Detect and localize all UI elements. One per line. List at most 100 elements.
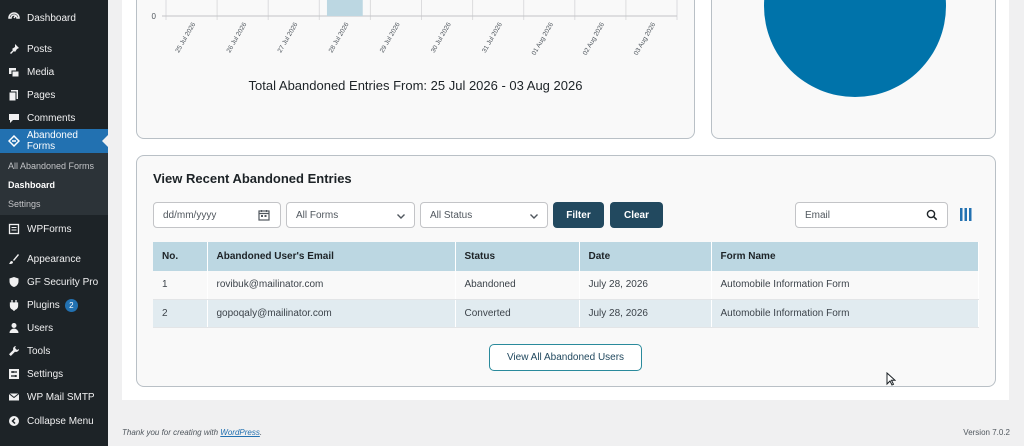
x-tick-label: 27 Jul 2026 (277, 21, 300, 54)
pin-icon (7, 42, 21, 56)
menu-label: Tools (27, 345, 51, 357)
menu-label: Collapse Menu (27, 415, 94, 427)
shield-icon (7, 275, 21, 289)
menu-pages[interactable]: Pages (0, 83, 108, 107)
menu-comments[interactable]: Comments (0, 106, 108, 130)
chart-bar (326, 0, 363, 16)
view-all-abandoned-users-button[interactable]: View All Abandoned Users (489, 344, 642, 371)
pages-icon (7, 88, 21, 102)
settings-icon (7, 367, 21, 381)
table-row: 1 rovibuk@mailinator.com Abandoned July … (153, 271, 979, 300)
footer-thanks: Thank you for creating with WordPress. (122, 428, 262, 437)
menu-gf-security-pro[interactable]: GF Security Pro (0, 270, 108, 294)
status-select-value: All Status (430, 209, 473, 221)
collapse-icon (7, 414, 21, 428)
abandoned-entries-bar-chart: 0 25 Jul 2026 26 Jul 2026 27 Jul 2026 28 Jul… (152, 0, 678, 57)
menu-wp-mail-smtp[interactable]: WP Mail SMTP (0, 385, 108, 409)
menu-users[interactable]: Users (0, 316, 108, 340)
y-tick-label: 0 (152, 12, 157, 21)
menu-settings[interactable]: Settings (0, 362, 108, 386)
submenu-all-abandoned-forms[interactable]: All Abandoned Forms (8, 161, 94, 171)
cell-form-name: Automobile Information Form (711, 299, 979, 328)
collapse-menu-button[interactable]: Collapse Menu (0, 409, 108, 433)
submenu-dashboard[interactable]: Dashboard (8, 180, 55, 190)
comment-icon (7, 111, 21, 125)
chevron-down-icon (529, 211, 539, 224)
abandoned-forms-submenu: All Abandoned Forms Dashboard Settings (0, 153, 108, 215)
media-icon (7, 65, 21, 79)
column-toggle-icon[interactable] (960, 208, 972, 226)
menu-label: Appearance (27, 253, 81, 265)
calendar-icon[interactable] (258, 209, 270, 224)
column-header-date: Date (579, 242, 712, 271)
x-tick-label: 02 Aug 2026 (582, 21, 607, 56)
recent-entries-title: View Recent Abandoned Entries (153, 171, 352, 186)
mouse-cursor-icon (886, 371, 897, 391)
filter-button[interactable]: Filter (553, 202, 604, 228)
cell-form-name: Automobile Information Form (711, 271, 979, 300)
x-tick-label: 01 Aug 2026 (531, 21, 556, 56)
user-icon (7, 321, 21, 335)
dashboard-icon (7, 11, 21, 25)
menu-tools[interactable]: Tools (0, 339, 108, 363)
cell-no: 2 (153, 299, 208, 328)
column-header-form-name: Form Name (711, 242, 979, 271)
recent-entries-table: No. Abandoned User's Email Status Date F… (153, 242, 979, 328)
menu-label: WPForms (27, 223, 72, 235)
submenu-settings[interactable]: Settings (8, 199, 41, 209)
wordpress-link[interactable]: WordPress (220, 428, 260, 437)
cell-date: July 28, 2026 (579, 299, 712, 328)
cell-status: Converted (455, 299, 580, 328)
cell-email: gopoqaly@mailinator.com (207, 299, 456, 328)
menu-label: Posts (27, 43, 53, 55)
status-select[interactable]: All Status (420, 202, 548, 228)
wrench-icon (7, 344, 21, 358)
menu-label: Comments (27, 112, 76, 124)
search-icon[interactable] (926, 209, 938, 224)
clear-button[interactable]: Clear (610, 202, 663, 228)
abandoned-entries-pie-card (711, 0, 996, 139)
menu-label: Abandoned Forms (26, 130, 78, 152)
footer-thanks-suffix: . (259, 428, 263, 437)
menu-label: GF Security Pro (27, 276, 99, 288)
column-header-no: No. (153, 242, 208, 271)
table-header-row: No. Abandoned User's Email Status Date F… (153, 242, 979, 271)
menu-media[interactable]: Media (0, 60, 108, 84)
menu-appearance[interactable]: Appearance (0, 247, 108, 271)
date-filter-input[interactable]: dd/mm/yyyy (153, 202, 281, 228)
menu-label: Settings (27, 368, 64, 380)
cell-status: Abandoned (455, 271, 580, 300)
x-tick-label: 29 Jul 2026 (379, 21, 402, 54)
cell-email: rovibuk@mailinator.com (207, 271, 456, 300)
abandoned-forms-icon (7, 134, 21, 148)
x-tick-label: 30 Jul 2026 (430, 21, 453, 54)
menu-plugins[interactable]: Plugins 2 (0, 293, 108, 317)
forms-select[interactable]: All Forms (286, 202, 415, 228)
menu-abandoned-forms[interactable]: Abandoned Forms (0, 129, 108, 153)
menu-label: WP Mail SMTP (27, 391, 95, 403)
chart-title: Total Abandoned Entries From: 25 Jul 202… (248, 78, 583, 93)
menu-label: Media (27, 66, 55, 78)
forms-select-value: All Forms (296, 209, 339, 221)
x-tick-label: 28 Jul 2026 (328, 21, 351, 54)
pie-chart (764, 0, 946, 97)
column-header-status: Status (455, 242, 580, 271)
menu-posts[interactable]: Posts (0, 37, 108, 61)
footer-thanks-text: Thank you for creating with (122, 428, 221, 437)
x-tick-label: 03 Aug 2026 (633, 21, 658, 56)
menu-dashboard[interactable]: Dashboard (0, 6, 108, 30)
email-search-input[interactable]: Email (795, 202, 948, 228)
table-row: 2 gopoqaly@mailinator.com Converted July… (153, 299, 979, 328)
pie-slice (764, 0, 946, 97)
mail-icon (7, 390, 21, 404)
email-placeholder: Email (805, 209, 831, 221)
x-tick-label: 31 Jul 2026 (481, 21, 504, 54)
menu-label: Pages (27, 89, 56, 101)
admin-sidebar: Dashboard Posts Media Pages Comments Aba… (0, 0, 108, 446)
cell-no: 1 (153, 271, 208, 300)
menu-wpforms[interactable]: WPForms (0, 217, 108, 241)
cell-date: July 28, 2026 (579, 271, 712, 300)
plugins-update-badge: 2 (64, 298, 78, 312)
chevron-down-icon (396, 211, 406, 224)
column-header-email: Abandoned User's Email (207, 242, 456, 271)
